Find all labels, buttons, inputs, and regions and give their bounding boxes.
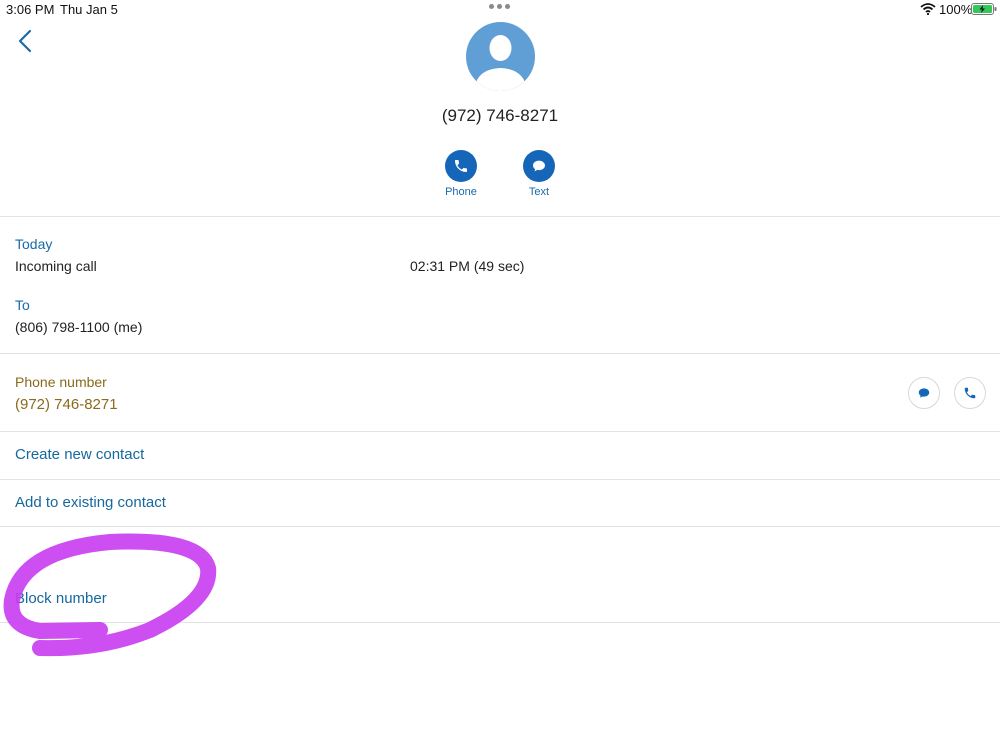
message-icon: [523, 150, 555, 182]
phone-action-button[interactable]: Phone: [431, 150, 491, 198]
divider: [0, 216, 1000, 217]
phone-icon: [964, 387, 976, 399]
text-action-label: Text: [528, 186, 550, 198]
message-icon: [918, 388, 930, 398]
text-action-button[interactable]: Text: [509, 150, 569, 198]
status-time: 3:06 PM: [6, 2, 55, 17]
to-value: (806) 798-1100 (me): [15, 319, 143, 335]
add-to-existing-contact-link[interactable]: Add to existing contact: [15, 494, 166, 511]
person-silhouette-icon: [474, 35, 527, 91]
phone-number-value[interactable]: (972) 746-8271: [15, 396, 118, 413]
contact-avatar: [466, 22, 535, 91]
divider: [0, 353, 1000, 354]
divider: [0, 431, 1000, 432]
create-new-contact-link[interactable]: Create new contact: [15, 446, 144, 463]
back-chevron-icon[interactable]: [14, 28, 38, 54]
status-date: Thu Jan 5: [60, 2, 118, 17]
call-number-button[interactable]: [954, 377, 986, 409]
phone-number-label: Phone number: [15, 374, 107, 390]
to-label: To: [15, 297, 30, 313]
call-type: Incoming call: [15, 258, 97, 274]
call-time: 02:31 PM (49 sec): [410, 258, 525, 274]
wifi-icon: [920, 3, 936, 15]
divider: [0, 479, 1000, 480]
battery-charging-icon: [971, 3, 997, 15]
multitasking-dots-icon[interactable]: [489, 4, 510, 9]
call-day-label: Today: [15, 236, 53, 252]
divider: [0, 526, 1000, 527]
phone-action-label: Phone: [445, 186, 477, 198]
battery-percentage: 100%: [939, 2, 973, 17]
highlight-annotation: [3, 533, 217, 657]
contact-number-title: (972) 746-8271: [441, 106, 559, 125]
message-number-button[interactable]: [908, 377, 940, 409]
phone-icon: [445, 150, 477, 182]
